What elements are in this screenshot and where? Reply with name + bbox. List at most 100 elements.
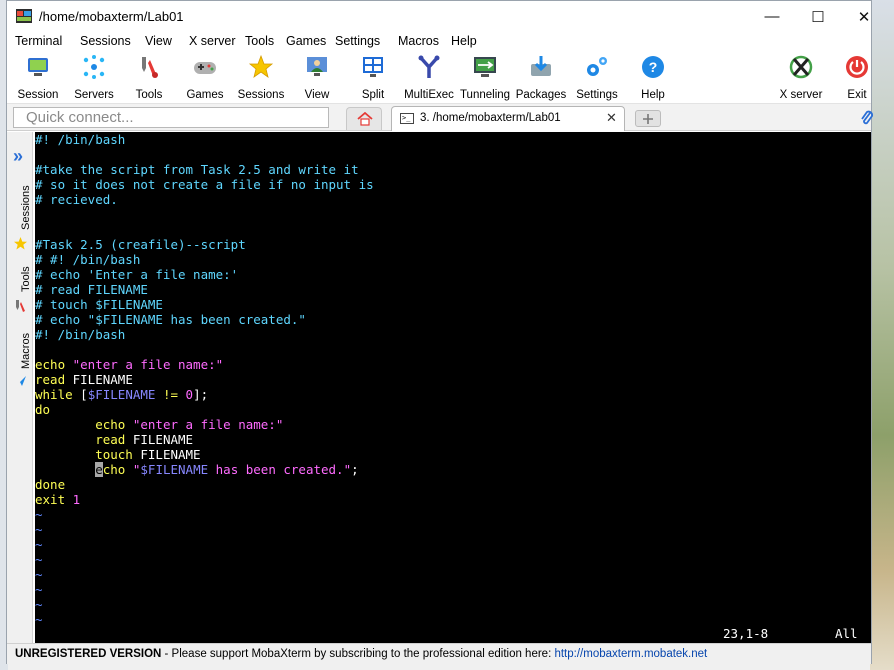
tools-icon — [142, 57, 158, 78]
code-line: do — [35, 402, 51, 417]
code-line: exit 1 — [35, 492, 81, 507]
quick-connect-input[interactable]: Quick connect... — [13, 107, 329, 128]
plus-icon — [643, 114, 653, 124]
code-line: #take the script from Task 2.5 and write… — [35, 162, 359, 177]
session-button[interactable]: Session — [10, 54, 66, 102]
empty-line-tilde: ~ — [35, 552, 43, 567]
title-bar[interactable]: /home/mobaxterm/Lab01 — ☐ ✕ — [7, 1, 871, 32]
packages-icon — [531, 56, 551, 76]
paperclip-icon[interactable] — [859, 109, 875, 127]
sidebar-tab-sessions[interactable]: Sessions — [20, 185, 32, 230]
sessions-button[interactable]: Sessions — [233, 54, 289, 102]
gear-icon — [587, 57, 607, 76]
code-line: # recieved. — [35, 192, 118, 207]
servers-icon — [83, 55, 105, 79]
code-line: # read FILENAME — [35, 282, 148, 297]
window-title: /home/mobaxterm/Lab01 — [39, 9, 184, 24]
support-message: - Please support MobaXterm by subscribin… — [161, 648, 555, 660]
code-line: # echo 'Enter a file name:' — [35, 267, 239, 282]
settings-button[interactable]: Settings — [569, 54, 625, 102]
text-cursor: e — [95, 462, 103, 477]
close-button[interactable]: ✕ — [841, 1, 887, 32]
view-icon — [307, 57, 327, 76]
code-line: echo "$FILENAME has been created."; — [95, 462, 359, 477]
menu-sessions[interactable]: Sessions — [80, 34, 131, 48]
mobatek-link[interactable]: http://mobaxterm.mobatek.net — [554, 648, 707, 660]
expand-sidebar-icon[interactable]: » — [13, 146, 23, 167]
menu-terminal[interactable]: Terminal — [15, 34, 62, 48]
sidebar-tab-tools[interactable]: Tools — [20, 266, 32, 292]
code-line: echo "enter a file name:" — [35, 357, 224, 372]
macro-icon — [15, 376, 26, 387]
split-icon — [363, 57, 383, 77]
code-line: # echo "$FILENAME has been created." — [35, 312, 306, 327]
empty-line-tilde: ~ — [35, 537, 43, 552]
empty-line-tilde: ~ — [35, 612, 43, 627]
code-line: while [$FILENAME != 0]; — [35, 387, 209, 402]
home-tab[interactable] — [346, 107, 382, 130]
games-button[interactable]: Games — [177, 54, 233, 102]
code-line: #! /bin/bash — [35, 132, 126, 147]
packages-button[interactable]: Packages — [513, 54, 569, 102]
tunneling-icon — [474, 57, 496, 77]
empty-line-tilde: ~ — [35, 597, 43, 612]
cursor-position: 23,1-8 — [723, 626, 769, 641]
tab-lab01[interactable]: >_ 3. /home/mobaxterm/Lab01 ✕ — [391, 106, 625, 131]
servers-button[interactable]: Servers — [66, 54, 122, 102]
tunneling-button[interactable]: Tunneling — [457, 54, 513, 102]
maximize-button[interactable]: ☐ — [795, 1, 841, 32]
code-line: echo "enter a file name:" — [35, 417, 284, 432]
left-sidebar: » Sessions Tools Macros — [7, 132, 33, 643]
svg-text:?: ? — [649, 59, 658, 75]
unregistered-label: UNREGISTERED VERSION — [15, 648, 162, 660]
mobaxterm-logo-icon — [16, 9, 32, 23]
gamepad-icon — [194, 62, 216, 74]
empty-line-tilde: ~ — [35, 567, 43, 582]
menu-x-server[interactable]: X server — [189, 34, 236, 48]
x-server-button[interactable]: X server — [773, 54, 829, 102]
tab-label: 3. /home/mobaxterm/Lab01 — [420, 112, 561, 124]
code-line: # so it does not create a file if no inp… — [35, 177, 374, 192]
tools-button[interactable]: Tools — [121, 54, 177, 102]
empty-line-tilde: ~ — [35, 507, 43, 522]
menu-tools[interactable]: Tools — [245, 34, 274, 48]
code-line: # touch $FILENAME — [35, 297, 163, 312]
menu-view[interactable]: View — [145, 34, 172, 48]
menu-bar: Terminal Sessions View X server Tools Ga… — [7, 32, 871, 52]
multiexec-icon — [418, 55, 440, 78]
code-line: # #! /bin/bash — [35, 252, 141, 267]
multiexec-button[interactable]: MultiExec — [401, 54, 457, 102]
help-button[interactable]: ? Help — [625, 54, 681, 102]
terminal-view[interactable]: #! /bin/bash #take the script from Task … — [35, 132, 871, 643]
menu-games[interactable]: Games — [286, 34, 326, 48]
minimize-button[interactable]: — — [749, 1, 795, 32]
code-line: #! /bin/bash — [35, 327, 126, 342]
exit-button[interactable]: Exit — [829, 54, 885, 102]
home-icon — [357, 112, 373, 126]
empty-line-tilde: ~ — [35, 522, 43, 537]
code-line: read FILENAME — [35, 432, 194, 447]
empty-line-tilde: ~ — [35, 582, 43, 597]
code-line: read FILENAME — [35, 372, 133, 387]
tab-close-icon[interactable]: ✕ — [606, 110, 617, 126]
menu-settings[interactable]: Settings — [335, 34, 380, 48]
terminal-icon: >_ — [400, 113, 414, 124]
help-icon: ? — [642, 56, 664, 78]
toolbar: Session Servers Tools Games Sessions Vie… — [7, 52, 871, 104]
new-tab-button[interactable] — [635, 110, 661, 127]
code-line: #Task 2.5 (creafile)--script — [35, 237, 246, 252]
view-button[interactable]: View — [289, 54, 345, 102]
session-icon — [28, 58, 48, 76]
menu-help[interactable]: Help — [451, 34, 477, 48]
code-line: touch FILENAME — [35, 447, 201, 462]
x-server-icon — [789, 55, 813, 79]
sidebar-tab-macros[interactable]: Macros — [20, 333, 32, 369]
menu-macros[interactable]: Macros — [398, 34, 439, 48]
power-icon — [846, 56, 868, 78]
tools-icon — [16, 300, 25, 312]
scroll-position: All — [835, 626, 858, 641]
star-icon — [14, 237, 27, 250]
split-button[interactable]: Split — [345, 54, 401, 102]
status-footer: UNREGISTERED VERSION - Please support Mo… — [7, 643, 871, 664]
tab-row: Quick connect... >_ 3. /home/mobaxterm/L… — [7, 104, 873, 131]
